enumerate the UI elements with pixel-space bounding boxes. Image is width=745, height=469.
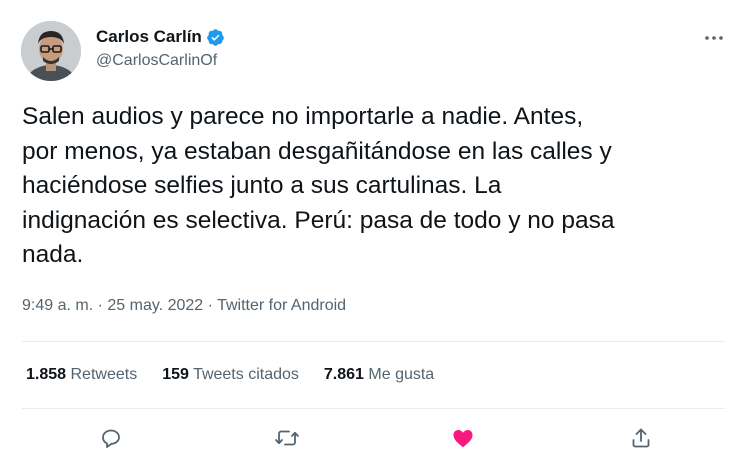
retweets-label: Retweets	[70, 366, 138, 383]
meta-separator: ·	[207, 297, 213, 314]
tweet-stats: 1.858 Retweets 159 Tweets citados 7.861 …	[26, 366, 459, 384]
tweet-date[interactable]: 25 may. 2022	[107, 297, 203, 314]
quotes-label: Tweets citados	[193, 366, 299, 383]
tweet-meta: 9:49 a. m. · 25 may. 2022 · Twitter for …	[22, 297, 346, 315]
quotes-stat[interactable]: 159 Tweets citados	[162, 366, 299, 384]
likes-stat[interactable]: 7.861 Me gusta	[324, 366, 434, 384]
quotes-count: 159	[162, 366, 189, 383]
tweet-card: Carlos Carlín @CarlosCarlinOf Salen audi…	[0, 0, 745, 469]
tweet-source[interactable]: Twitter for Android	[217, 297, 346, 314]
author-name[interactable]: Carlos Carlín	[96, 27, 202, 47]
tweet-time[interactable]: 9:49 a. m.	[22, 297, 93, 314]
retweet-icon	[275, 430, 299, 446]
retweets-count: 1.858	[26, 366, 67, 383]
likes-label: Me gusta	[368, 366, 435, 383]
divider	[22, 341, 725, 342]
likes-count: 7.861	[323, 366, 364, 383]
like-button[interactable]	[448, 423, 478, 453]
avatar-image	[21, 21, 81, 81]
heart-icon	[453, 430, 473, 448]
reply-icon	[102, 429, 120, 448]
divider	[22, 408, 725, 409]
retweets-stat[interactable]: 1.858 Retweets	[26, 366, 137, 384]
avatar[interactable]	[21, 21, 81, 81]
share-button[interactable]	[626, 423, 656, 453]
reply-button[interactable]	[96, 423, 126, 453]
more-options-icon[interactable]	[700, 24, 728, 52]
author-name-row[interactable]: Carlos Carlín	[96, 27, 225, 47]
meta-separator: ·	[97, 297, 103, 314]
share-icon	[632, 428, 650, 448]
retweet-button[interactable]	[272, 423, 302, 453]
verified-badge-icon	[206, 28, 225, 47]
tweet-text: Salen audios y parece no importarle a na…	[22, 103, 615, 268]
author-handle[interactable]: @CarlosCarlinOf	[96, 52, 217, 70]
